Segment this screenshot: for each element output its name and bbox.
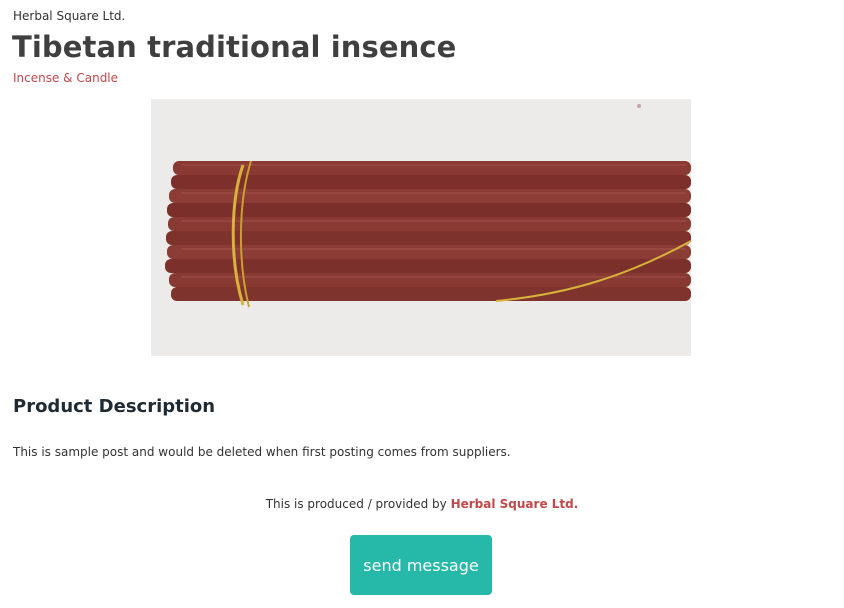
product-image [151,99,691,356]
provided-by: This is produced / provided by Herbal Sq… [0,497,844,511]
supplier-link[interactable]: Herbal Square Ltd. [451,497,579,511]
description-heading: Product Description [13,396,216,417]
category-link[interactable]: Incense & Candle [13,71,118,85]
description-text: This is sample post and would be deleted… [13,445,511,459]
product-title: Tibetan traditional insence [12,30,457,64]
send-message-button[interactable]: send message [350,535,492,595]
supplier-name: Herbal Square Ltd. [13,9,126,23]
provided-by-prefix: This is produced / provided by [265,497,451,511]
